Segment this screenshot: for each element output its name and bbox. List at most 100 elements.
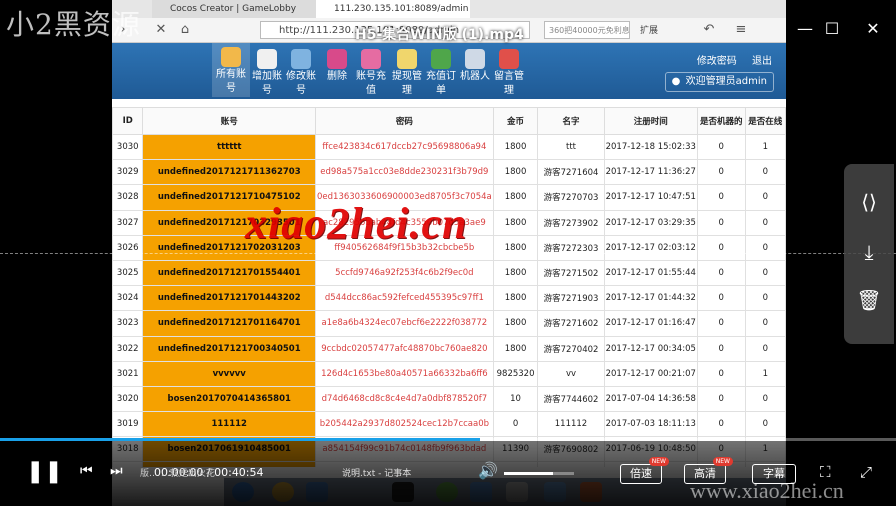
trash-icon[interactable]: 🗑 [844, 288, 894, 312]
cell-reg-time: 2017-12-17 01:44:32 [603, 285, 698, 312]
cell-is-robot: 0 [696, 285, 746, 312]
cell-name: ttt [537, 133, 605, 161]
cell-is-robot: 0 [696, 234, 746, 261]
cell-password: d544dcc86ac592fefced455395c97ff1 [315, 285, 494, 312]
nav-all-accounts[interactable]: 所有账号 [212, 43, 250, 97]
volume-fill [504, 472, 553, 475]
speed-button[interactable]: 倍速 NEW [620, 457, 669, 484]
cell-is-robot: 0 [696, 310, 746, 337]
cell-online: 0 [744, 259, 786, 287]
cell-password: 9ccbdc02057477afc48870bc760ae820 [315, 335, 494, 362]
logout-link[interactable]: 退出 [752, 56, 772, 67]
cell-name: 游客7744602 [537, 385, 605, 413]
cell-gold: 10 [492, 385, 539, 413]
cell-id: 3024 [112, 285, 144, 312]
maximize-icon[interactable]: ☐ [820, 19, 844, 38]
nav-orders[interactable]: 充值订单 [422, 45, 460, 98]
cell-is-robot: 0 [696, 209, 746, 236]
cell-gold: 1800 [492, 310, 539, 337]
cell-gold: 1800 [492, 234, 539, 261]
header-links: 修改密码 退出 [685, 52, 772, 67]
close-icon[interactable]: ✕ [152, 21, 170, 39]
cell-reg-time: 2017-07-04 14:36:58 [603, 385, 698, 413]
cell-gold: 0 [492, 411, 539, 438]
nav-robots[interactable]: 机器人 [456, 45, 494, 84]
accounts-table-wrap: ID 账号 密码 金币 名字 注册时间 是否机器的 是否在线 3030 ttttt… [112, 107, 786, 467]
cell-online: 0 [744, 234, 786, 261]
table-header-row: ID 账号 密码 金币 名字 注册时间 是否机器的 是否在线 [112, 107, 786, 135]
volume-slider[interactable] [504, 472, 574, 475]
table-row[interactable]: 3022 undefined2017121700340501 9ccbdc02057… [112, 335, 786, 362]
prev-icon[interactable]: ⏮ [80, 463, 93, 479]
table-row[interactable]: 3023 undefined2017121701164701 a1e8a6b4324… [112, 310, 786, 337]
minimize-icon[interactable]: — [793, 19, 817, 38]
cell-online: 0 [744, 385, 786, 413]
nav-withdraw[interactable]: 提现管理 [388, 45, 426, 98]
col-online: 是否在线 [744, 107, 786, 135]
menu-icon[interactable]: ≡ [732, 21, 750, 39]
cell-is-robot: 0 [696, 411, 746, 438]
nav-edit-account[interactable]: 修改账号 [282, 45, 320, 98]
browser-tab-admin[interactable]: 111.230.135.101:8089/admin [316, 0, 470, 18]
nav-label: 充值订单 [426, 71, 456, 96]
cell-gold: 1800 [492, 335, 539, 362]
cell-account: undefined2017121701164701 [142, 310, 316, 337]
pause-icon[interactable]: ❚❚ [26, 459, 63, 484]
cell-name: 111112 [537, 411, 605, 438]
cell-reg-time: 2017-12-17 00:21:07 [603, 360, 698, 387]
cell-gold: 1800 [492, 159, 539, 186]
cell-reg-time: 2017-12-17 02:03:12 [603, 234, 698, 261]
cell-online: 1 [744, 360, 786, 387]
nav-add-account[interactable]: 增加账号 [248, 45, 286, 98]
table-row[interactable]: 3020 bosen2017070414365801 d74d6468cd8c8c4… [112, 385, 786, 413]
extensions-button[interactable]: 扩展 [640, 23, 658, 36]
cell-id: 3020 [112, 385, 144, 413]
volume-icon[interactable]: 🔊 [478, 461, 498, 480]
home-icon[interactable]: ⌂ [176, 21, 194, 39]
cell-reg-time: 2017-12-17 03:29:35 [603, 209, 698, 236]
col-gold: 金币 [492, 107, 539, 135]
table-row[interactable]: 3025 undefined2017121701554401 5ccfd9746a9… [112, 259, 786, 287]
undo-icon[interactable]: ↶ [700, 21, 718, 39]
users-icon [361, 49, 381, 69]
cell-gold: 9825320 [492, 360, 539, 387]
nav-messages[interactable]: 留言管理 [490, 45, 528, 98]
close-window-icon[interactable]: ✕ [861, 19, 885, 38]
table-row[interactable]: 3021 vvvvvv 126d4c1653be80a40571a66332ba6f… [112, 360, 786, 387]
taskbar-note-label[interactable]: 说明.txt - 记事本 [342, 466, 411, 479]
message-icon [499, 49, 519, 69]
cell-online: 0 [744, 184, 786, 211]
change-password-link[interactable]: 修改密码 [697, 56, 737, 67]
cell-id: 3025 [112, 259, 144, 287]
next-icon[interactable]: ⏭ [110, 463, 123, 479]
cell-reg-time: 2017-12-17 11:36:27 [603, 159, 698, 186]
cell-id: 3022 [112, 335, 144, 362]
cell-is-robot: 0 [696, 385, 746, 413]
table-row[interactable]: 3024 undefined2017121701443202 d544dcc86ac… [112, 285, 786, 312]
download-icon[interactable]: ⤓ [844, 240, 894, 264]
browser-tab-strip: Cocos Creator | GameLobby 111.230.135.10… [112, 0, 786, 18]
cell-id: 3026 [112, 234, 144, 261]
cell-is-robot: 0 [696, 159, 746, 186]
cell-password: b205442a2937d802524cec12b7ccaa0b [315, 411, 494, 438]
nav-recharge[interactable]: 账号充值 [352, 45, 390, 98]
share-icon[interactable]: ⟨⟩ [844, 190, 894, 214]
col-id: ID [112, 107, 144, 135]
cell-reg-time: 2017-12-18 15:02:33 [603, 133, 698, 161]
url-search-hint[interactable]: 360把40000元免利息 [544, 21, 630, 39]
cell-reg-time: 2017-12-17 01:16:47 [603, 310, 698, 337]
nav-delete[interactable]: 删除 [318, 45, 356, 84]
cell-online: 0 [744, 209, 786, 236]
cell-name: 游客7271903 [537, 285, 605, 312]
cell-gold: 1800 [492, 133, 539, 161]
monitor-icon [291, 49, 311, 69]
cell-gold: 1800 [492, 285, 539, 312]
accounts-table: ID 账号 密码 金币 名字 注册时间 是否机器的 是否在线 3030 ttttt… [112, 107, 786, 467]
cell-is-robot: 0 [696, 335, 746, 362]
nav-label: 留言管理 [494, 71, 524, 96]
nav-label: 修改账号 [286, 71, 316, 96]
table-row[interactable]: 3019 111112 b205442a2937d802524cec12b7ccaa… [112, 411, 786, 438]
fullscreen-icon[interactable]: ⤢ [860, 463, 872, 481]
table-row[interactable]: 3030 tttttt ffce423834c617dccb27c95698806a… [112, 133, 786, 161]
table-row[interactable]: 3029 undefined2017121711362703 ed98a575a1c… [112, 159, 786, 186]
